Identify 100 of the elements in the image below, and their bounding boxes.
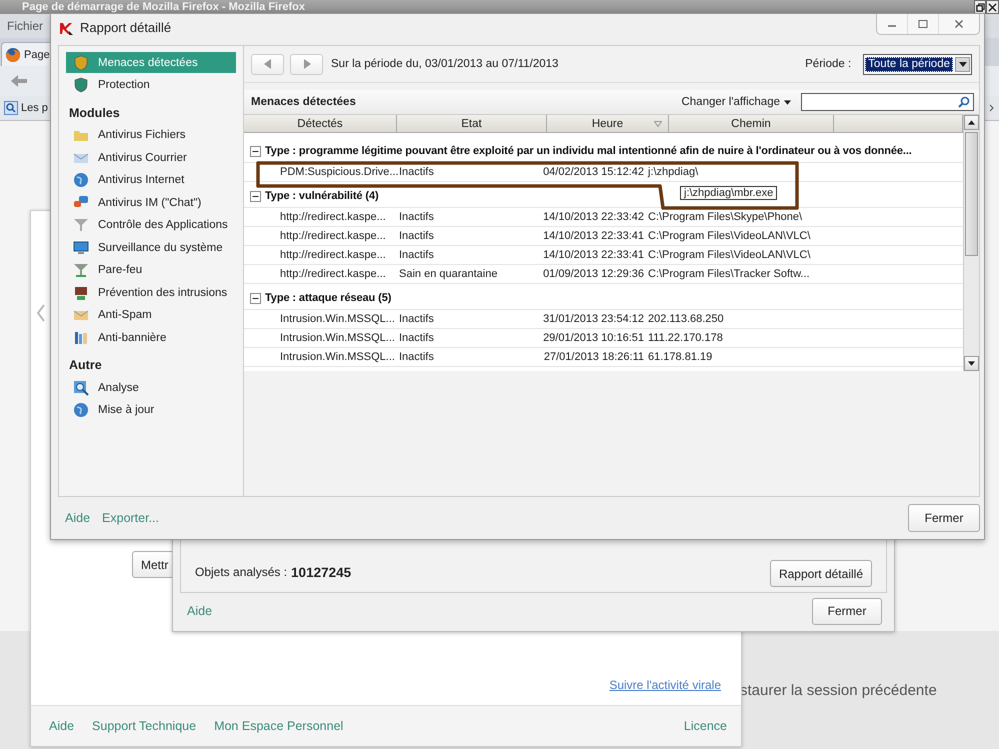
table-cell-text: Intrusion.Win.MSSQL... xyxy=(279,313,396,325)
menu-item[interactable]: Fichier xyxy=(7,19,44,33)
table-cell-text: C:\Program Files\Tracker Softw... xyxy=(648,268,811,280)
previous-button[interactable] xyxy=(251,54,284,74)
collapse-icon[interactable] xyxy=(250,146,261,156)
scroll-down-button[interactable] xyxy=(964,356,979,371)
sidebar-item[interactable]: Protection xyxy=(66,74,236,96)
table-cell-text: Inactifs xyxy=(399,230,435,242)
table-cell-text: j:\zhpdiag\ xyxy=(648,166,700,178)
funnel-icon xyxy=(73,217,89,233)
sidebar-item[interactable]: Contrôle des Applications xyxy=(66,214,236,236)
table-cell-text: http://redirect.kaspe... xyxy=(279,230,387,242)
restore-icon xyxy=(976,2,984,12)
close-dialog-button[interactable]: Fermer xyxy=(908,504,980,532)
footer-link[interactable]: Exporter... xyxy=(102,511,160,525)
table-cell-text: Intrusion.Win.MSSQL... xyxy=(279,351,396,363)
table-cell-text: Inactifs xyxy=(399,332,435,344)
sidebar-item[interactable]: Mise à jour xyxy=(66,400,236,420)
table-cell-text: 111.22.170.178 xyxy=(648,332,724,344)
caret-icon xyxy=(784,100,791,104)
table-cell-text: Inactifs xyxy=(399,249,435,261)
restore-button[interactable] xyxy=(974,0,986,14)
table-cell-text: Inactifs xyxy=(399,211,435,223)
table-cell-text: 27/01/2013 18:26:11 xyxy=(542,351,645,363)
table-cell-text: PDM:Suspicious.Drive... xyxy=(279,166,399,178)
sidebar-item[interactable]: Antivirus Courrier xyxy=(66,147,236,168)
table-cell-text: 61.178.81.19 xyxy=(648,351,714,363)
table-cell-text: Inactifs xyxy=(399,166,435,178)
triangle-right-icon xyxy=(302,59,310,69)
bookmark-item[interactable]: Les p xyxy=(4,101,48,115)
table-cell-text: C:\Program Files\VideoLAN\VLC\ xyxy=(648,230,812,242)
footer-link[interactable]: Mon Espace Personnel xyxy=(214,719,344,733)
group-heading: Type : vulnérabilité (4) xyxy=(265,190,379,202)
table-cell-text: 31/01/2013 23:54:12 xyxy=(542,313,645,325)
footer-link[interactable]: Aide xyxy=(65,511,90,525)
globe-icon xyxy=(73,402,89,418)
sidebar-item[interactable]: Prévention des intrusions xyxy=(66,282,236,303)
table-cell-text: http://redirect.kaspe... xyxy=(279,249,387,261)
down-arrow-icon xyxy=(968,361,975,366)
sidebar-item[interactable]: Analyse xyxy=(66,377,236,398)
shield-icon xyxy=(73,54,89,70)
table-cell-text: 14/10/2013 22:33:42 xyxy=(542,211,645,223)
table-cell-text: 29/01/2013 10:16:51 xyxy=(542,332,645,344)
group-heading: Type : programme légitime pouvant être exploité par un individu mal intentionné afin de nuire à l'ordinateur ou à vos donnée... xyxy=(265,145,912,157)
sidebar-item[interactable]: Surveillance du système xyxy=(66,237,236,258)
next-button[interactable] xyxy=(290,54,323,74)
table-cell-text: 04/02/2013 15:12:42 xyxy=(542,166,645,178)
close-icon xyxy=(954,19,964,29)
collapse-icon[interactable] xyxy=(250,190,261,202)
table-cell-text: Inactifs xyxy=(399,351,435,363)
group-heading: Type : attaque réseau (5) xyxy=(265,292,392,304)
dialog-title: Rapport détaillé xyxy=(80,20,172,35)
column-header[interactable]: Heure xyxy=(547,115,669,133)
bars-icon xyxy=(73,330,89,346)
browser-logo-icon xyxy=(5,47,21,63)
footer-link[interactable]: Aide xyxy=(49,719,74,733)
chevron-icon[interactable] xyxy=(989,104,995,112)
dropdown-arrow-icon xyxy=(958,62,966,66)
restore-session-text: staurer la session précédente xyxy=(740,682,937,699)
detailed-report-button[interactable]: Rapport détaillé xyxy=(770,560,872,587)
table-cell-text: Inactifs xyxy=(399,313,435,325)
column-header[interactable]: Etat xyxy=(397,115,547,133)
search-icon xyxy=(4,101,18,115)
sidebar-item[interactable]: Antivirus IM ("Chat") xyxy=(66,192,236,213)
scrollbar-thumb[interactable] xyxy=(965,132,978,256)
box-icon xyxy=(73,284,89,300)
sidebar-item[interactable]: Anti-Spam xyxy=(66,304,236,326)
table-cell-text: 14/10/2013 22:33:41 xyxy=(542,230,645,242)
shield-icon xyxy=(73,77,89,93)
search-field[interactable] xyxy=(801,93,974,111)
tooltip: j:\zhpdiag\mbr.exe xyxy=(680,186,778,200)
objects-scanned-count: 10127245 xyxy=(291,565,352,582)
globe-icon xyxy=(73,172,89,188)
close-button[interactable] xyxy=(986,0,999,14)
table-cell-text: 202.113.68.250 xyxy=(648,313,725,325)
help-link[interactable]: Aide xyxy=(187,604,212,618)
close-dialog-button[interactable]: Fermer xyxy=(812,598,882,624)
sidebar-item[interactable]: Anti-bannière xyxy=(66,327,236,348)
table-cell-text: Sain en quarantaine xyxy=(399,268,498,280)
sidebar-heading: Modules xyxy=(69,106,121,120)
search-icon xyxy=(958,96,970,108)
sidebar-item[interactable]: Antivirus Internet xyxy=(66,170,236,190)
sidebar-item[interactable]: Pare-feu xyxy=(66,260,236,280)
table-cell-text: 14/10/2013 22:33:41 xyxy=(542,249,645,261)
period-dropdown[interactable]: Toute la période xyxy=(863,54,972,74)
footer-link[interactable]: Support Technique xyxy=(92,719,196,733)
maximize-icon xyxy=(918,19,928,29)
scroll-up-button[interactable] xyxy=(964,115,979,130)
table-cell-text: C:\Program Files\Skype\Phone\ xyxy=(648,211,804,223)
column-header[interactable]: Détectés xyxy=(244,115,397,133)
view-menu[interactable]: Changer l'affichage xyxy=(681,96,791,108)
sidebar-heading: Autre xyxy=(69,358,103,372)
monitor-icon xyxy=(73,240,89,256)
license-link[interactable]: Licence xyxy=(684,719,727,733)
collapse-icon[interactable] xyxy=(250,292,261,304)
section-title: Menaces détectées xyxy=(251,96,356,108)
sidebar-item[interactable]: Antivirus Fichiers xyxy=(66,124,236,146)
magnifier-icon xyxy=(73,380,89,396)
virus-activity-link[interactable]: Suivre l'activité virale xyxy=(609,678,721,692)
column-header[interactable]: Chemin xyxy=(669,115,834,133)
